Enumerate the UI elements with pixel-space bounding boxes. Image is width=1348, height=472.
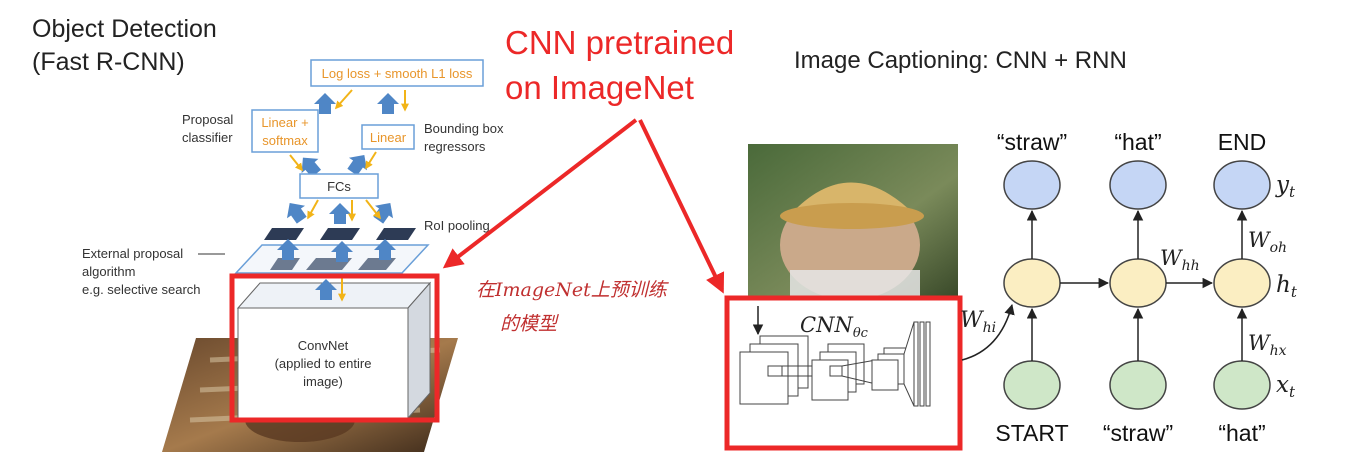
callout-arrow-right <box>638 119 725 294</box>
callout-line1: CNN pretrained <box>505 24 734 61</box>
cnn-layer <box>871 359 899 391</box>
arrow-up-icon <box>329 203 351 224</box>
caption-photo-shirt <box>790 270 920 296</box>
image-captioning-panel: Image Captioning: CNN + RNN CNNθc Whi Wh… <box>724 47 1298 451</box>
external-proposal-label-2: algorithm <box>82 264 135 279</box>
arrow-up-icon <box>377 93 399 114</box>
hidden-node <box>1213 258 1271 308</box>
loss-box-label: Log loss + smooth L1 loss <box>322 66 473 81</box>
x-t-label: xt <box>1276 372 1296 401</box>
output-word: END <box>1218 129 1267 155</box>
hidden-node <box>1003 258 1061 308</box>
input-word: “straw” <box>1103 420 1173 446</box>
left-title-line1: Object Detection <box>32 15 217 43</box>
proposal-classifier-label-1: Proposal <box>182 112 233 127</box>
linear-softmax-label-2: softmax <box>262 133 308 148</box>
w-hi-label: Whi <box>960 308 996 336</box>
convnet-top-face <box>236 282 432 309</box>
output-node <box>1213 160 1271 210</box>
pooled-roi <box>264 228 304 240</box>
output-word: “hat” <box>1114 129 1161 155</box>
diagram-canvas: Object Detection (Fast R-CNN) Log loss +… <box>32 15 1298 452</box>
convnet-label-3: image) <box>303 374 343 389</box>
fast-rcnn-panel: Object Detection (Fast R-CNN) Log loss +… <box>32 15 504 452</box>
input-word: “hat” <box>1218 420 1265 446</box>
cnn-fc-bar <box>919 321 925 407</box>
cnn-layer <box>739 351 789 405</box>
w-oh-label: Woh <box>1248 228 1287 256</box>
grad-arrow <box>365 199 381 220</box>
input-node <box>1003 360 1061 410</box>
output-word: “straw” <box>997 129 1067 155</box>
external-proposal-label-1: External proposal <box>82 246 183 261</box>
cnn-fc-bar <box>913 321 919 407</box>
pooled-roi <box>376 228 416 240</box>
output-node <box>1109 160 1167 210</box>
input-node <box>1213 360 1271 410</box>
input-word: START <box>995 420 1068 446</box>
bbox-regressors-label-2: regressors <box>424 139 486 154</box>
callout-line2: on ImageNet <box>505 69 694 106</box>
grad-arrow <box>307 199 319 220</box>
proposal-classifier-label-2: classifier <box>182 130 233 145</box>
external-proposal-label-3: e.g. selective search <box>82 282 201 297</box>
convnet-label-1: ConvNet <box>298 338 349 353</box>
convnet-label-2: (applied to entire <box>275 356 372 371</box>
y-t-label: yt <box>1275 172 1296 201</box>
handwritten-note-line1: 在ImageNet上预训练 <box>476 279 670 301</box>
left-title-line2: (Fast R-CNN) <box>32 48 185 76</box>
pretrained-callout: CNN pretrained on ImageNet 在ImageNet上预训练… <box>442 24 734 335</box>
fcs-label: FCs <box>327 179 351 194</box>
grad-arrow <box>289 154 303 172</box>
grad-arrow <box>365 151 377 170</box>
arrow-up-icon <box>280 196 311 227</box>
bbox-regressors-label-1: Bounding box <box>424 121 504 136</box>
pooled-roi <box>320 228 360 240</box>
handwritten-note-line2: 的模型 <box>500 313 559 335</box>
hidden-node <box>1109 258 1167 308</box>
grad-arrow <box>334 89 353 110</box>
input-node <box>1109 360 1167 410</box>
cnn-fc-bar <box>925 321 931 407</box>
right-title: Image Captioning: CNN + RNN <box>794 47 1127 74</box>
roi-pooling-label: RoI pooling <box>424 218 490 233</box>
linear-label: Linear <box>370 130 407 145</box>
output-node <box>1003 160 1061 210</box>
caption-photo-hat-brim <box>780 203 924 229</box>
w-hh-label: Whh <box>1160 246 1200 274</box>
w-hx-label: Whx <box>1248 331 1287 359</box>
h-t-label: ht <box>1276 272 1298 301</box>
linear-softmax-label-1: Linear + <box>261 115 308 130</box>
